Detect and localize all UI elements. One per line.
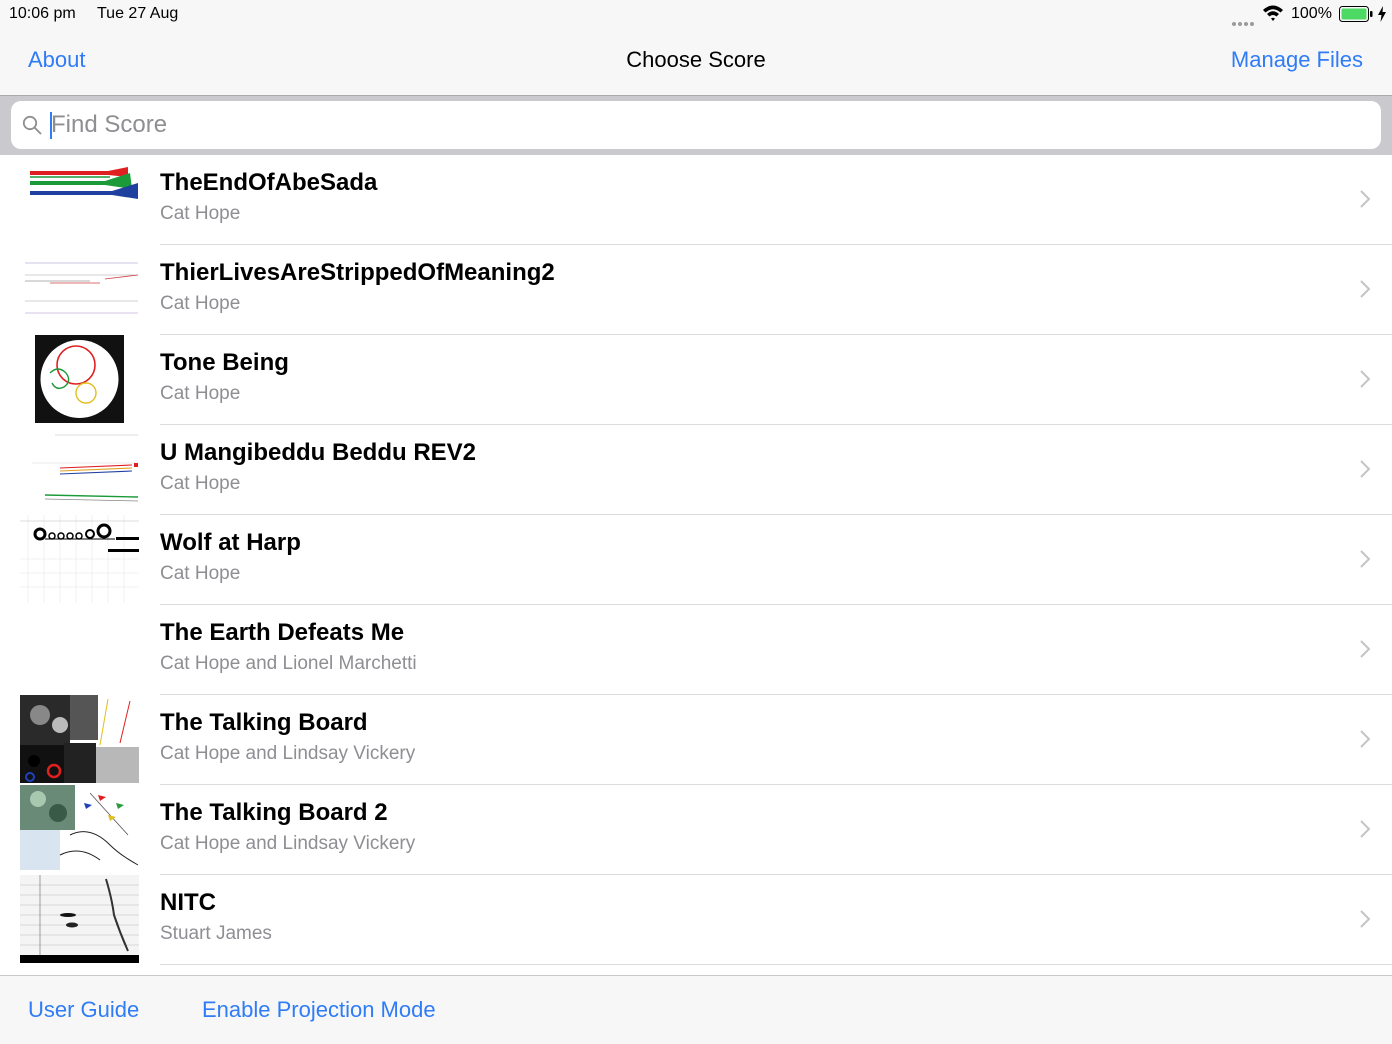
status-date: Tue 27 Aug (97, 5, 179, 22)
row-separator (160, 964, 1392, 965)
score-title: U Mangibeddu Beddu REV2 (160, 439, 477, 466)
score-row[interactable]: Tone Being Cat Hope (0, 335, 1392, 425)
score-author: Cat Hope (160, 293, 241, 314)
search-bar (0, 95, 1392, 155)
score-thumbnail (20, 155, 139, 243)
bottom-toolbar: User Guide Enable Projection Mode (0, 975, 1392, 1044)
score-title: Wolf at Harp (160, 529, 301, 556)
score-thumbnail (20, 605, 139, 693)
score-thumbnail (20, 695, 139, 783)
score-row[interactable]: U Mangibeddu Beddu REV2 Cat Hope (0, 425, 1392, 515)
score-author: Cat Hope (160, 473, 241, 494)
score-author: Cat Hope (160, 563, 241, 584)
user-guide-button[interactable]: User Guide (28, 997, 139, 1023)
score-list: TheEndOfAbeSada Cat Hope ThierLivesAreSt… (0, 155, 1392, 975)
status-bar: 10:06 pm Tue 27 Aug 100% (0, 0, 1392, 28)
status-time: 10:06 pm (9, 5, 76, 22)
chevron-right-icon (1360, 190, 1371, 208)
chevron-right-icon (1360, 460, 1371, 478)
score-thumbnail (20, 785, 139, 873)
chevron-right-icon (1360, 910, 1371, 928)
score-row[interactable]: Wolf at Harp Cat Hope (0, 515, 1392, 605)
manage-files-button[interactable]: Manage Files (1231, 47, 1363, 73)
score-row[interactable]: The Talking Board 2 Cat Hope and Lindsay… (0, 785, 1392, 875)
search-icon (22, 115, 42, 135)
charging-bolt-icon (1378, 6, 1386, 22)
score-title: NITC (160, 889, 216, 916)
chevron-right-icon (1360, 730, 1371, 748)
score-title: Tone Being (160, 349, 289, 376)
score-row[interactable]: The Talking Board Cat Hope and Lindsay V… (0, 695, 1392, 785)
chevron-right-icon (1360, 640, 1371, 658)
score-author: Cat Hope and Lindsay Vickery (160, 743, 416, 764)
search-input[interactable] (51, 107, 1351, 143)
score-author: Cat Hope and Lindsay Vickery (160, 833, 416, 854)
score-thumbnail (20, 425, 139, 513)
score-author: Cat Hope and Lionel Marchetti (160, 653, 417, 674)
page-title: Choose Score (626, 47, 766, 72)
about-button[interactable]: About (28, 47, 86, 73)
battery-percentage: 100% (1291, 5, 1332, 22)
score-title: ThierLivesAreStrippedOfMeaning2 (160, 259, 555, 286)
score-thumbnail (20, 245, 139, 333)
cellular-signal-icon (1232, 13, 1256, 26)
battery-icon (1339, 6, 1373, 22)
score-author: Cat Hope (160, 203, 241, 224)
score-title: The Talking Board 2 (160, 799, 388, 826)
search-field[interactable] (11, 101, 1381, 149)
score-author: Cat Hope (160, 383, 241, 404)
score-thumbnail (20, 515, 139, 603)
score-author: Stuart James (160, 923, 272, 944)
score-title: TheEndOfAbeSada (160, 169, 378, 196)
score-row[interactable]: TheEndOfAbeSada Cat Hope (0, 155, 1392, 245)
navigation-bar: Choose Score About Manage Files (0, 28, 1392, 95)
score-title: The Earth Defeats Me (160, 619, 405, 646)
enable-projection-mode-button[interactable]: Enable Projection Mode (202, 997, 436, 1023)
chevron-right-icon (1360, 820, 1371, 838)
chevron-right-icon (1360, 550, 1371, 568)
wifi-icon (1263, 5, 1283, 21)
chevron-right-icon (1360, 280, 1371, 298)
score-thumbnail (20, 875, 139, 963)
score-title: The Talking Board (160, 709, 368, 736)
score-row[interactable]: NITC Stuart James (0, 875, 1392, 965)
score-thumbnail (20, 335, 139, 423)
score-row[interactable]: The Earth Defeats Me Cat Hope and Lionel… (0, 605, 1392, 695)
score-row[interactable]: ThierLivesAreStrippedOfMeaning2 Cat Hope (0, 245, 1392, 335)
chevron-right-icon (1360, 370, 1371, 388)
